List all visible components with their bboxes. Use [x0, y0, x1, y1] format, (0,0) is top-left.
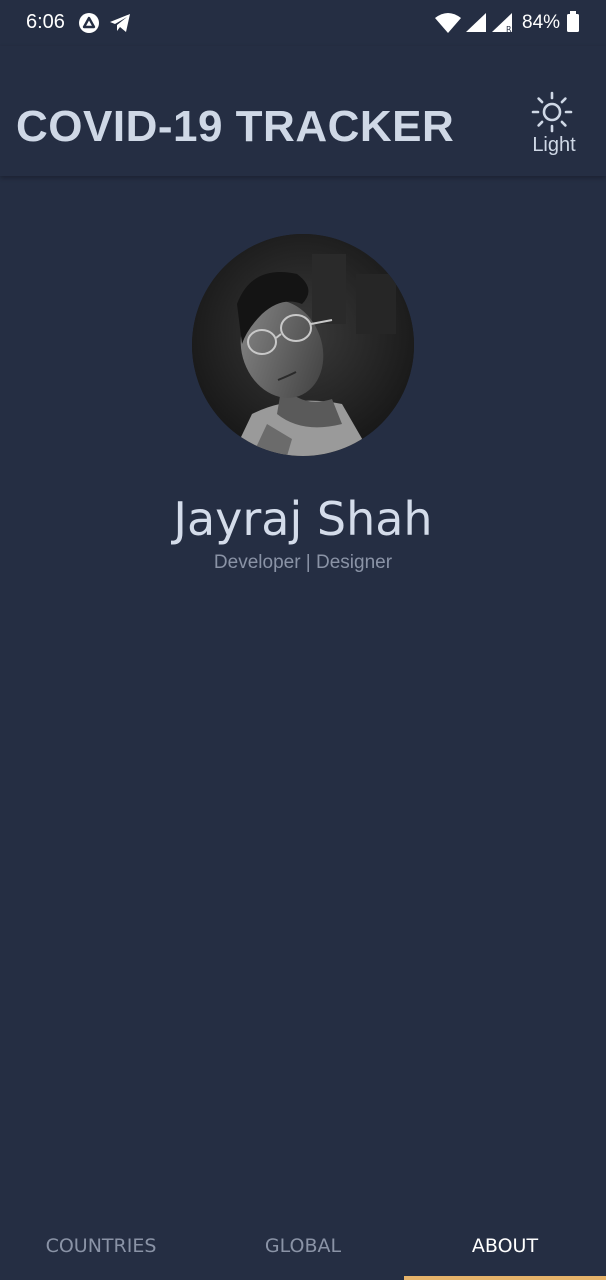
- active-tab-indicator: [404, 1276, 606, 1280]
- svg-text:R: R: [506, 25, 512, 34]
- signal-icon: [464, 12, 488, 39]
- tab-global[interactable]: GLOBAL: [202, 1210, 404, 1280]
- theme-toggle-label: Light: [532, 134, 576, 156]
- app-notification-icon: [78, 12, 100, 39]
- battery-icon: [566, 11, 580, 38]
- profile-avatar: [192, 234, 414, 456]
- tab-about[interactable]: ABOUT: [404, 1210, 606, 1280]
- sun-icon: [530, 90, 574, 134]
- status-time: 6:06: [26, 11, 65, 33]
- telegram-icon: [108, 12, 132, 39]
- tab-countries[interactable]: COUNTRIES: [0, 1210, 202, 1280]
- signal-roaming-icon: R: [490, 12, 514, 39]
- profile-role: Developer | Designer: [213, 552, 393, 573]
- wifi-icon: [434, 12, 462, 39]
- battery-percentage: 84%: [522, 12, 561, 33]
- bottom-nav: COUNTRIES GLOBAL ABOUT: [0, 1210, 606, 1280]
- status-bar: 6:06 R 84%: [0, 0, 606, 46]
- profile-name: Jayraj Shah: [173, 492, 433, 546]
- about-screen: 6:06 R 84% COVID-19 TRACKER Light Jayraj…: [0, 0, 606, 1280]
- app-header: COVID-19 TRACKER Light: [0, 46, 606, 176]
- theme-toggle-button[interactable]: Light: [524, 90, 586, 160]
- app-title: COVID-19 TRACKER: [16, 102, 455, 151]
